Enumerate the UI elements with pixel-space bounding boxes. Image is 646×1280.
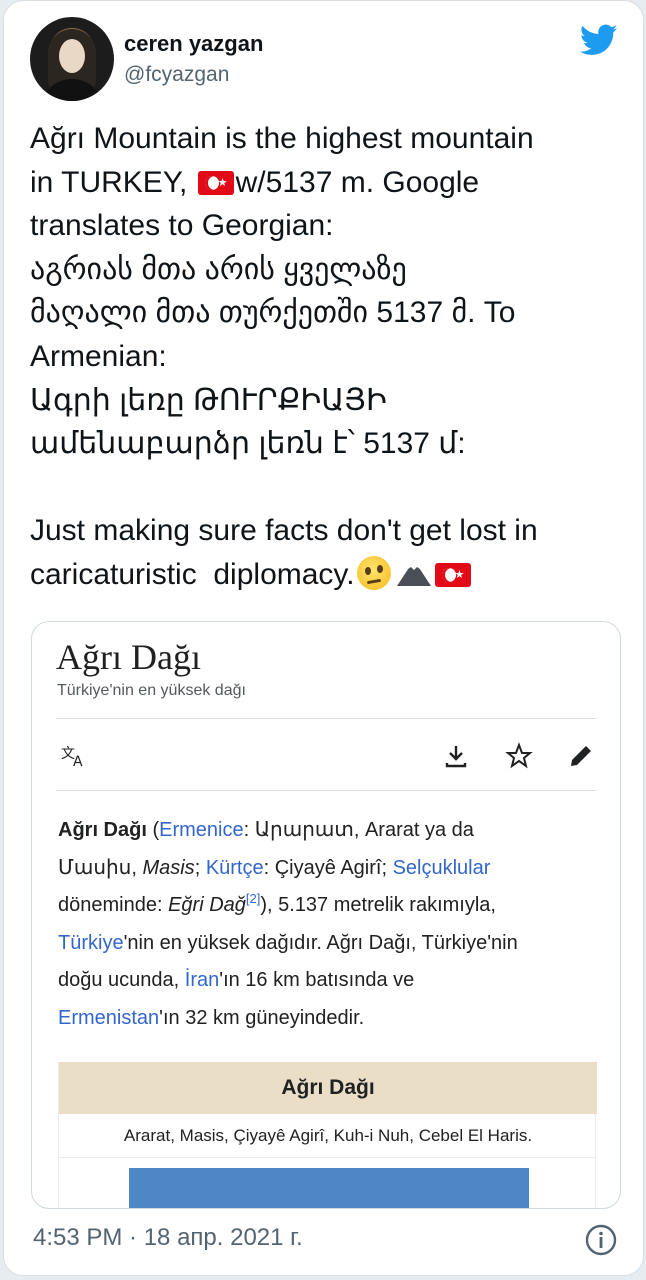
wiki-title: Ağrı Dağı [56, 637, 201, 677]
link-ermenistan[interactable]: Ermenistan [58, 1007, 159, 1029]
turkey-flag-icon [434, 562, 471, 587]
info-icon[interactable] [584, 1223, 618, 1257]
text: Eğri Dağ [168, 894, 246, 917]
author-handle[interactable]: @fcyazgan [124, 63, 229, 87]
link-ermenice[interactable]: Ermenice [159, 819, 243, 841]
infobox-image[interactable] [129, 1168, 529, 1208]
tweet-timestamp[interactable]: 4:53 PM · 18 апр. 2021 г. [33, 1224, 303, 1252]
tweet-line: w/5137 m. Google [235, 165, 480, 199]
link-selcuklular[interactable]: Selçuklular [393, 857, 491, 879]
text: ( [146, 819, 160, 841]
tweet-line: in TURKEY, [30, 165, 196, 199]
wiki-toolbar: 文 A [56, 732, 596, 782]
tweet-line: აგრიას მთა არის ყველაზე [30, 252, 407, 286]
tweet-line: Just making sure facts don't get lost in [30, 514, 538, 548]
tweet-line: Ագրի լեռը ԹՈՒՐՔԻԱՅԻ [30, 383, 387, 417]
tweet-line: მაღალი მთა თურქეთში 5137 მ. To [30, 296, 516, 330]
author-name[interactable]: ceren yazgan [124, 31, 263, 57]
text: Masis [142, 856, 195, 879]
text: : Արարատ, Ararat ya da [243, 819, 474, 841]
wiki-subtitle: Türkiye'nin en yüksek dağı [57, 682, 246, 699]
infobox-names: Ararat, Masis, Çiyayê Agirî, Kuh-i Nuh, … [59, 1114, 597, 1158]
text: Մասիս, [58, 856, 143, 879]
svg-text:A: A [73, 754, 83, 770]
link-kurtce[interactable]: Kürtçe [206, 857, 264, 879]
tweet-line: translates to Georgian: [30, 209, 334, 243]
text: ; [194, 856, 206, 879]
link-turkiye[interactable]: Türkiye [58, 932, 124, 954]
edit-pencil-icon[interactable] [567, 742, 595, 770]
infobox-title: Ağrı Dağı [59, 1062, 597, 1114]
tweet-line: ամենաբարձր լեռն է՝ 5137 մ: [30, 427, 466, 461]
tweet-header: ceren yazgan @fcyazgan [30, 17, 620, 103]
text: : Çiyayê Agirî; [263, 856, 393, 879]
face-with-rolling-eyes-icon [356, 555, 391, 590]
tweet-line: caricaturistic diplomacy. [30, 557, 355, 591]
divider [56, 718, 596, 719]
text: doğu ucunda, [58, 969, 185, 992]
tweet-line: Armenian: [30, 339, 167, 373]
wiki-article-body: Ağrı Dağı (Ermenice: Արարատ, Ararat ya d… [58, 812, 603, 1038]
tweet-text: Ağrı Mountain is the highest mountain in… [30, 117, 630, 597]
turkey-flag-icon [197, 170, 234, 195]
article-term: Ağrı Dağı [58, 819, 147, 841]
tweet-card[interactable]: ceren yazgan @fcyazgan Ağrı Mountain is … [3, 0, 644, 1276]
star-icon[interactable] [505, 742, 533, 770]
avatar[interactable] [30, 17, 114, 101]
text: 'ın 32 km güneyindedir. [159, 1006, 365, 1029]
text: döneminde: [58, 894, 169, 917]
tweet-line: Ağrı Mountain is the highest mountain [30, 122, 534, 155]
download-icon[interactable] [442, 742, 470, 770]
link-iran[interactable]: İran [185, 969, 219, 991]
divider [56, 790, 596, 791]
snow-capped-mountain-icon [396, 559, 431, 586]
infobox: Ağrı Dağı Ararat, Masis, Çiyayê Agirî, K… [58, 1062, 597, 1208]
twitter-bird-icon[interactable] [578, 21, 620, 59]
text: 'nin en yüksek dağıdır. Ağrı Dağı, Türki… [123, 931, 518, 954]
text: 'ın 16 km batısında ve [219, 969, 415, 992]
wikipedia-screenshot[interactable]: Ağrı Dağı Türkiye'nin en yüksek dağı 文 A… [31, 621, 621, 1209]
text: ), 5.137 metrelik rakımıyla, [260, 894, 496, 917]
reference-link[interactable]: [2] [246, 891, 260, 906]
translate-icon[interactable]: 文 A [60, 742, 88, 770]
